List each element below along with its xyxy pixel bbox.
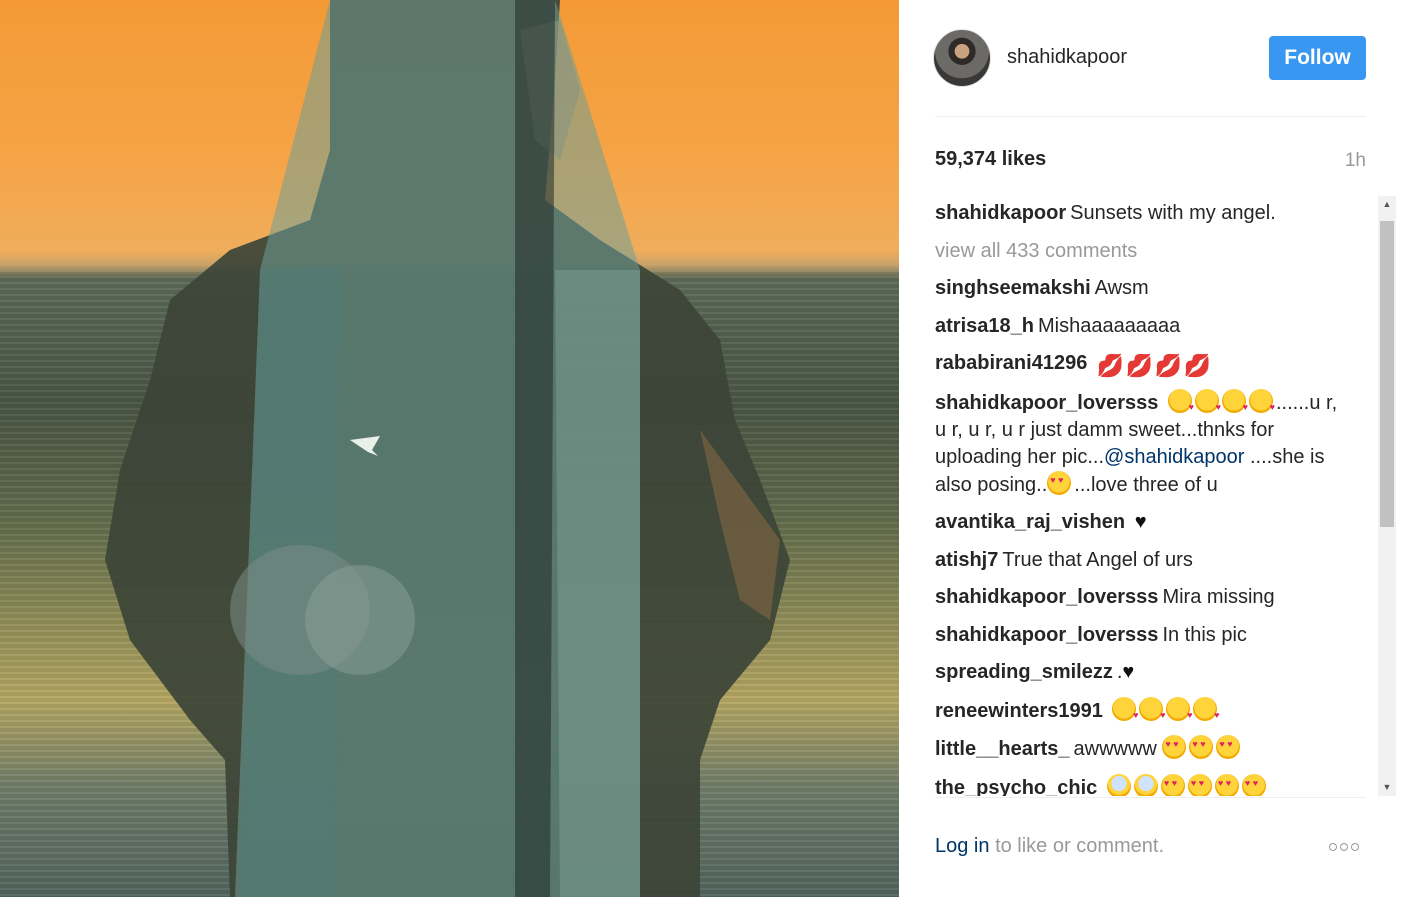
list-item: spreading_smilezz .♥ [935, 659, 1343, 686]
caption: shahidkapoor Sunsets with my angel. [935, 200, 1343, 227]
comment-username[interactable]: rababirani41296 [935, 352, 1087, 374]
comment-username[interactable]: little__hearts_ [935, 738, 1070, 760]
list-item: the_psycho_chic [935, 771, 1343, 797]
comment-text: ...love three of u [1074, 473, 1218, 496]
heart-eyes-emoji-icon [1160, 771, 1185, 796]
list-item: shahidkapoor_loversss ......u r, u r, u … [935, 388, 1343, 499]
comment-username[interactable]: shahidkapoor_loversss [935, 624, 1158, 646]
comments-list: shahidkapoor Sunsets with my angel. view … [935, 200, 1375, 796]
caption-username[interactable]: shahidkapoor [935, 202, 1066, 224]
view-all-comments-link[interactable]: view all 433 comments [935, 238, 1375, 265]
mention-link[interactable]: @shahidkapoor [1104, 446, 1244, 468]
heart-eyes-emoji-icon [1214, 771, 1239, 796]
login-link[interactable]: Log in [935, 835, 990, 857]
list-item: atishj7 True that Angel of urs [935, 547, 1343, 574]
comment-text: In this pic [1162, 623, 1247, 646]
footer-divider [935, 797, 1366, 798]
post-header: shahidkapoor Follow [899, 0, 1403, 117]
heart-eyes-emoji-icon [1216, 732, 1241, 759]
black-heart-icon: ♥ [1134, 511, 1147, 533]
comment-text: awwwww [1073, 738, 1157, 760]
kiss-emoji-icon [1112, 696, 1138, 727]
scream-emoji-icon [1133, 773, 1158, 796]
comment-text: Mira missing [1162, 586, 1275, 608]
comment-username[interactable]: reneewinters1991 [935, 700, 1103, 722]
comment-text: Mishaaaaaaaaa [1037, 314, 1181, 337]
kiss-emoji-icon [1195, 388, 1221, 419]
comment-username[interactable]: avantika_raj_vishen [935, 511, 1125, 533]
comment-username[interactable]: atrisa18_h [935, 315, 1034, 337]
avatar[interactable] [933, 29, 991, 87]
more-options-icon[interactable] [1329, 838, 1369, 854]
post-photo[interactable] [0, 0, 899, 897]
comment-username[interactable]: shahidkapoor_loversss [935, 392, 1158, 414]
list-item: shahidkapoor_loversss Mira missing [935, 584, 1343, 611]
comment-username[interactable]: singhseemakshi [935, 277, 1091, 299]
follow-button[interactable]: Follow [1269, 36, 1366, 80]
lips-emoji-icon: 💋 [1183, 353, 1212, 378]
kiss-emoji-icon [1139, 696, 1165, 727]
heart-eyes-emoji-icon [1241, 771, 1266, 796]
scroll-thumb[interactable] [1380, 221, 1394, 527]
scroll-up-icon[interactable]: ▲ [1378, 196, 1396, 213]
comment-username[interactable]: spreading_smilezz [935, 661, 1113, 683]
list-item: reneewinters1991 [935, 696, 1343, 727]
heart-eyes-emoji-icon [1189, 732, 1214, 759]
photo-silhouette [105, 0, 790, 897]
kiss-emoji-icon [1222, 388, 1248, 419]
login-prompt: Log in to like or comment. [935, 835, 1164, 858]
lips-emoji-icon: 💋 [1154, 353, 1183, 378]
post-panel: shahidkapoor Follow 59,374 likes 1h shah… [899, 0, 1403, 897]
list-item: avantika_raj_vishen ♥ [935, 509, 1343, 536]
kiss-emoji-icon [1168, 388, 1194, 419]
list-item: little__hearts_ awwwww [935, 732, 1343, 763]
kiss-emoji-icon [1249, 388, 1275, 419]
heart-eyes-emoji-icon [1162, 732, 1187, 759]
caption-text: Sunsets with my angel. [1070, 202, 1276, 224]
comment-text: True that Angel of urs [1002, 548, 1193, 571]
heart-eyes-emoji-icon [1047, 468, 1072, 495]
comments-scrollbar[interactable]: ▲ ▼ [1378, 196, 1396, 796]
list-item: shahidkapoor_loversss In this pic [935, 622, 1343, 649]
header-username[interactable]: shahidkapoor [1007, 46, 1127, 69]
comment-username[interactable]: the_psycho_chic [935, 777, 1097, 797]
scroll-down-icon[interactable]: ▼ [1378, 779, 1396, 796]
scream-emoji-icon [1106, 773, 1131, 796]
heart-eyes-emoji-icon [1187, 771, 1212, 796]
list-item: rababirani41296 💋💋💋💋 [935, 350, 1343, 378]
list-item: atrisa18_h Mishaaaaaaaaa [935, 313, 1343, 340]
list-item: singhseemakshi Awsm [935, 275, 1343, 302]
comment-username[interactable]: shahidkapoor_loversss [935, 586, 1158, 608]
black-heart-icon: ♥ [1122, 661, 1135, 683]
comment-text: Awsm [1094, 277, 1149, 299]
post-time[interactable]: 1h [1345, 150, 1366, 172]
lips-emoji-icon: 💋 [1096, 353, 1125, 378]
lips-emoji-icon: 💋 [1125, 353, 1154, 378]
header-divider [935, 116, 1366, 117]
kiss-emoji-icon [1193, 696, 1219, 727]
comment-username[interactable]: atishj7 [935, 549, 998, 571]
likes-count[interactable]: 59,374 likes [935, 148, 1046, 171]
login-suffix: to like or comment. [995, 835, 1165, 857]
kiss-emoji-icon [1166, 696, 1192, 727]
